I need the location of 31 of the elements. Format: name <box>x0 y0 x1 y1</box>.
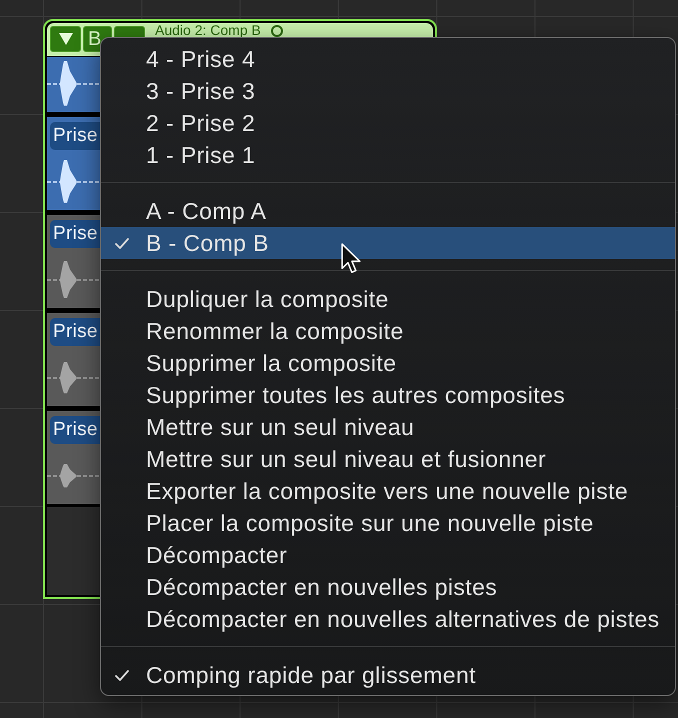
menu-item[interactable]: Comping rapide par glissement <box>101 659 675 691</box>
down-triangle-icon <box>58 33 72 45</box>
menu-item[interactable]: Décompacter <box>101 539 675 571</box>
take-region[interactable]: Prise <box>47 215 100 308</box>
menu-item[interactable]: Décompacter en nouvelles alternatives de pistes <box>101 603 675 635</box>
take-label: Prise <box>50 122 100 150</box>
menu-item[interactable]: Mettre sur un seul niveau et fusionner <box>101 443 675 475</box>
menu-item[interactable]: 1 - Prise 1 <box>101 139 675 171</box>
menu-item[interactable]: Décompacter en nouvelles pistes <box>101 571 675 603</box>
comp-region[interactable] <box>47 57 100 112</box>
menu-item[interactable]: Exporter la composite vers une nouvelle piste <box>101 475 675 507</box>
folder-title: Audio 2: Comp B <box>155 23 261 37</box>
menu-item[interactable]: Mettre sur un seul niveau <box>101 411 675 443</box>
menu-item[interactable]: 3 - Prise 3 <box>101 75 675 107</box>
menu-item[interactable]: A - Comp A <box>101 195 675 227</box>
pointer-cursor-icon <box>341 243 362 275</box>
take-label: Prise <box>50 416 100 444</box>
take-label: Prise <box>50 318 100 346</box>
menu-item[interactable]: Dupliquer la composite <box>101 283 675 315</box>
menu-item[interactable]: Placer la composite sur une nouvelle piste <box>101 507 675 539</box>
ring-icon <box>270 25 283 37</box>
menu-item[interactable]: Renommer la composite <box>101 315 675 347</box>
menu-item[interactable]: B - Comp B <box>101 227 675 259</box>
menu-item[interactable]: Supprimer toutes les autres composites <box>101 379 675 411</box>
take-region[interactable]: Prise <box>47 117 100 210</box>
take-region[interactable]: Prise <box>47 411 100 504</box>
take-region[interactable]: Prise <box>47 313 100 406</box>
disclosure-button[interactable] <box>50 26 81 52</box>
menu-item[interactable]: Supprimer la composite <box>101 347 675 379</box>
menu-item[interactable]: 2 - Prise 2 <box>101 107 675 139</box>
take-label: Prise <box>50 220 100 248</box>
